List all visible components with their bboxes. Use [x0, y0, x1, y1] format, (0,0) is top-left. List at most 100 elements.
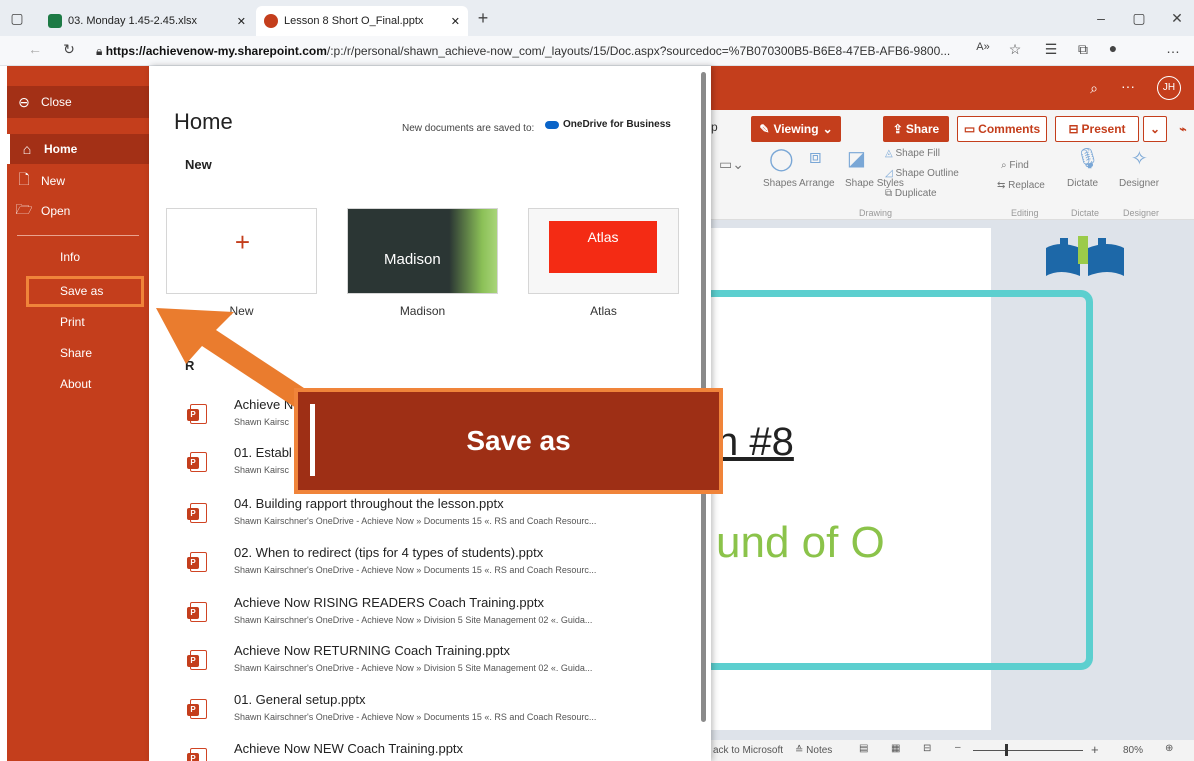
zoom-in-icon[interactable]: +: [1091, 742, 1099, 757]
fit-to-window-icon[interactable]: ⊕: [1165, 743, 1173, 754]
madison-thumb-text: Madison: [384, 251, 441, 268]
find-button[interactable]: ⌕ Find: [1001, 160, 1029, 171]
file-path: Shawn Kairschner's OneDrive - Achieve No…: [234, 712, 597, 722]
list-item[interactable]: P 04. Building rapport throughout the le…: [181, 495, 681, 539]
comments-button[interactable]: ▭ Comments: [957, 116, 1047, 142]
close-label: Close: [41, 95, 72, 109]
shape-fill-label: Shape Fill: [895, 148, 940, 159]
zoom-level[interactable]: 80%: [1123, 745, 1143, 756]
page-title: Home: [174, 109, 233, 134]
list-item[interactable]: P 02. When to redirect (tips for 4 types…: [181, 544, 681, 588]
sidebar-item-info[interactable]: Info: [7, 242, 149, 272]
tab-powerpoint[interactable]: Lesson 8 Short O_Final.pptx ✕: [256, 6, 468, 36]
designer-label: Designer: [1119, 178, 1160, 189]
tab-actions-icon[interactable]: ▢: [6, 10, 28, 27]
viewing-button[interactable]: ✎ Viewing ⌄: [751, 116, 841, 142]
refresh-icon[interactable]: ↻: [58, 41, 80, 58]
notes-label: Notes: [806, 745, 833, 756]
tab-label: 03. Monday 1.45-2.45.xlsx: [68, 15, 198, 27]
present-dropdown[interactable]: ⌄: [1143, 116, 1167, 142]
designer-group-label: Designer: [1123, 208, 1160, 218]
file-name: 01. General setup.pptx: [234, 692, 366, 707]
shape-styles-icon[interactable]: ◪: [847, 146, 866, 171]
share-label: Share: [905, 122, 940, 136]
microphone-icon[interactable]: 🎙︎: [1075, 146, 1100, 171]
normal-view-icon[interactable]: ▤: [859, 743, 868, 754]
powerpoint-file-icon: P: [187, 699, 207, 719]
reading-view-icon[interactable]: ⊟: [923, 743, 931, 754]
share-button[interactable]: ⇪ Share: [883, 116, 949, 142]
file-name: Achieve Now RISING READERS Coach Trainin…: [234, 595, 544, 610]
shape-outline-label: Shape Outline: [895, 168, 959, 179]
sidebar-item-share[interactable]: Share: [7, 338, 149, 368]
avatar[interactable]: JH: [1157, 76, 1181, 100]
list-item[interactable]: P Achieve Now RISING READERS Coach Train…: [181, 594, 681, 638]
arrange-icon[interactable]: ⧈: [809, 146, 822, 169]
zoom-slider[interactable]: [973, 750, 1083, 751]
search-icon[interactable]: ⌕: [1083, 80, 1105, 97]
status-bar: ack to Microsoft ≙ Notes ▤ ▦ ⊟ – + 80% ⊕: [711, 740, 1194, 761]
shape-fill-button[interactable]: ◬ Shape Fill: [885, 148, 940, 159]
shape-outline-button[interactable]: ◿ Shape Outline: [885, 168, 959, 179]
favorite-star-icon[interactable]: ☆: [1004, 41, 1026, 58]
list-item[interactable]: P Achieve Now NEW Coach Training.pptx: [181, 740, 681, 761]
ribbon: p ✎ Viewing ⌄ ⇪ Share ▭ Comments ⊟ Presen…: [711, 110, 1194, 220]
slide-sorter-icon[interactable]: ▦: [891, 743, 900, 754]
list-item[interactable]: P 01. General setup.pptx Shawn Kairschne…: [181, 691, 681, 735]
designer-icon[interactable]: ✧: [1131, 146, 1148, 171]
close-tab-icon[interactable]: ✕: [237, 15, 246, 28]
list-item[interactable]: P 01. Establ Shawn Kairsc: [181, 444, 301, 488]
powerpoint-icon: [264, 14, 278, 28]
more-icon[interactable]: …: [1162, 40, 1184, 56]
favorites-icon[interactable]: ☰: [1040, 41, 1062, 58]
file-path: Shawn Kairschner's OneDrive - Achieve No…: [234, 516, 597, 526]
collections-icon[interactable]: ⧉: [1072, 41, 1094, 58]
list-item[interactable]: P Achieve Now RETURNING Coach Training.p…: [181, 642, 681, 686]
back-arrow-icon: ⊖: [18, 93, 30, 110]
callout-text: Save as: [466, 425, 571, 456]
close-window-button[interactable]: ✕: [1166, 10, 1188, 27]
shapes-label: Shapes: [763, 178, 797, 189]
zoom-slider-thumb[interactable]: [1005, 744, 1008, 756]
close-button[interactable]: ⊖ Close: [7, 86, 149, 118]
new-tab-icon[interactable]: +: [472, 8, 494, 29]
back-icon[interactable]: ←: [24, 41, 46, 57]
back-to-microsoft-link[interactable]: ack to Microsoft: [713, 745, 783, 756]
template-caption: Madison: [399, 304, 446, 318]
sidebar-item-home[interactable]: ⌂ Home: [7, 134, 149, 164]
close-tab-icon[interactable]: ✕: [451, 15, 460, 28]
plus-icon: +: [234, 227, 251, 257]
powerpoint-file-icon: P: [187, 452, 207, 472]
powerpoint-file-icon: P: [187, 748, 207, 761]
new-heading: New: [185, 157, 212, 172]
dictate-group-label: Dictate: [1071, 208, 1100, 218]
find-label: Find: [1009, 160, 1029, 171]
notes-button[interactable]: ≙ Notes: [795, 745, 832, 756]
template-atlas[interactable]: Atlas: [528, 208, 679, 294]
more-options-icon[interactable]: ···: [1117, 78, 1139, 94]
replace-button[interactable]: ⇆ Replace: [997, 180, 1045, 191]
present-button[interactable]: ⊟ Present: [1055, 116, 1139, 142]
activity-icon[interactable]: ⌁: [1173, 116, 1193, 142]
maximize-button[interactable]: ▢: [1128, 10, 1150, 27]
duplicate-button[interactable]: ⧉ Duplicate: [885, 188, 937, 199]
file-name: Achieve Now NEW Coach Training.pptx: [234, 741, 464, 756]
slide-frame: [700, 290, 1093, 670]
minimize-button[interactable]: –: [1090, 10, 1112, 26]
read-aloud-icon[interactable]: A»: [972, 41, 994, 53]
logo-icon: [1040, 234, 1130, 284]
url-field[interactable]: 🔒︎ https://achievenow-my.sharepoint.com/…: [96, 40, 996, 62]
sidebar-item-about[interactable]: About: [7, 369, 149, 399]
template-madison[interactable]: Madison: [347, 208, 498, 294]
sidebar-item-open[interactable]: 🗁︎ Open: [7, 196, 149, 226]
layout-icon[interactable]: ▭⌄: [719, 156, 744, 173]
zoom-out-icon[interactable]: –: [955, 742, 961, 753]
profile-icon[interactable]: ●: [1102, 40, 1124, 56]
sidebar-item-new[interactable]: 🗋︎ New: [7, 166, 149, 196]
shapes-icon[interactable]: ◯: [769, 146, 794, 172]
drawing-group-label: Drawing: [859, 208, 893, 218]
tab-excel[interactable]: 03. Monday 1.45-2.45.xlsx ✕: [40, 6, 254, 36]
home-icon: ⌂: [22, 141, 32, 157]
sidebar-item-print[interactable]: Print: [7, 307, 149, 337]
template-new[interactable]: +: [166, 208, 317, 294]
